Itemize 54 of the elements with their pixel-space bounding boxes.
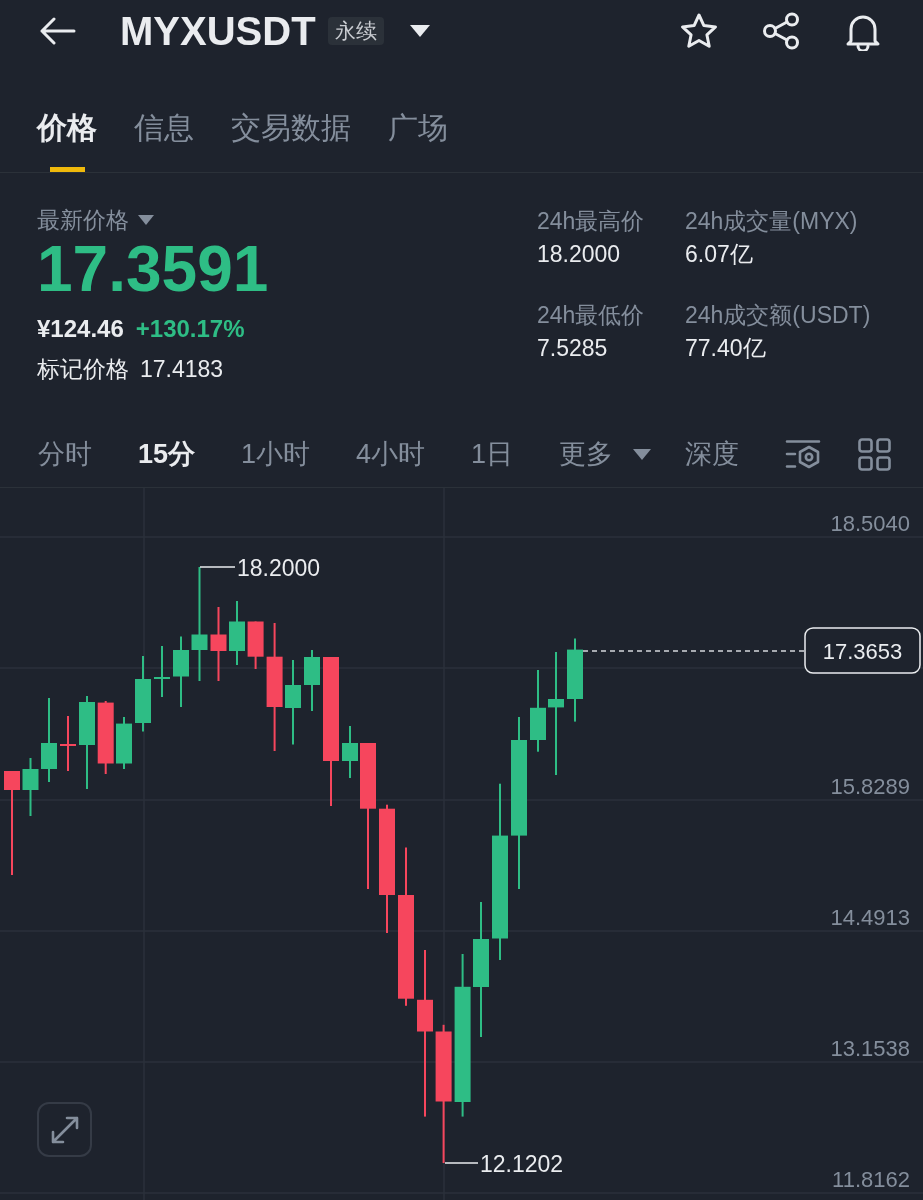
stat-label: 24h最高价	[537, 207, 646, 236]
tab[interactable]: 信息	[134, 110, 194, 172]
candlestick	[229, 601, 245, 665]
axis-label: 11.8162	[832, 1167, 910, 1192]
high-price-label: 18.2000	[237, 555, 321, 581]
interval-tab[interactable]: 1小时	[241, 437, 311, 471]
list-hexagon-icon[interactable]	[785, 439, 822, 469]
candlestick	[22, 758, 39, 816]
tab[interactable]: 价格	[37, 110, 97, 172]
interval-dropdown[interactable]: 更多	[559, 437, 652, 471]
candlestick	[342, 726, 358, 778]
leader-line	[444, 1162, 479, 1164]
expand-icon	[50, 1115, 79, 1144]
current-price-tag: 17.3653	[804, 627, 921, 674]
contract-type-badge: 永续	[327, 17, 384, 45]
candlestick	[116, 717, 132, 769]
candlestick	[60, 716, 76, 771]
symbol-title: MYXUSDT	[120, 11, 316, 51]
stat-label: 24h最低价	[537, 301, 646, 330]
candlestick	[154, 646, 170, 697]
interval-tab[interactable]: 深度	[685, 437, 740, 471]
stat-value: 6.07亿	[685, 240, 754, 269]
axis-label: 13.1538	[830, 1036, 910, 1061]
expand-button[interactable]	[37, 1102, 92, 1157]
stat-label: 24h成交额(USDT)	[685, 301, 871, 330]
price-change: +130.17%	[135, 314, 245, 344]
back-icon[interactable]	[40, 16, 76, 46]
last-price: 17.3591	[37, 237, 270, 301]
interval-tab[interactable]: 1日	[471, 437, 514, 471]
price-label: 最新价格	[37, 206, 129, 235]
stat-value: 77.40亿	[685, 334, 767, 363]
candlestick	[173, 636, 189, 707]
share-icon[interactable]	[762, 12, 800, 50]
star-icon[interactable]	[680, 13, 718, 49]
interval-tab[interactable]: 15分	[138, 437, 196, 471]
candlestick	[247, 621, 264, 669]
interval-tab[interactable]: 分时	[38, 437, 92, 471]
stat-value: 7.5285	[537, 334, 609, 363]
low-price-label: 12.1202	[480, 1151, 564, 1177]
stat-value: 18.2000	[537, 240, 622, 269]
caret-icon[interactable]	[409, 25, 430, 37]
mark-price: 17.4183	[140, 355, 224, 384]
axis-label: 18.5040	[830, 511, 910, 536]
tab[interactable]: 广场	[388, 110, 448, 172]
tab[interactable]: 交易数据	[231, 110, 351, 172]
candlestick	[304, 650, 320, 711]
leader-line	[199, 566, 236, 568]
cny-price: ¥124.46	[37, 314, 124, 344]
axis-label: 14.4913	[830, 905, 910, 930]
stat-label: 24h成交量(MYX)	[685, 207, 859, 236]
grid-icon[interactable]	[858, 437, 892, 471]
interval-tab[interactable]: 4小时	[356, 437, 426, 471]
mark-price-label: 标记价格	[37, 355, 129, 384]
axis-label: 15.8289	[830, 774, 910, 799]
